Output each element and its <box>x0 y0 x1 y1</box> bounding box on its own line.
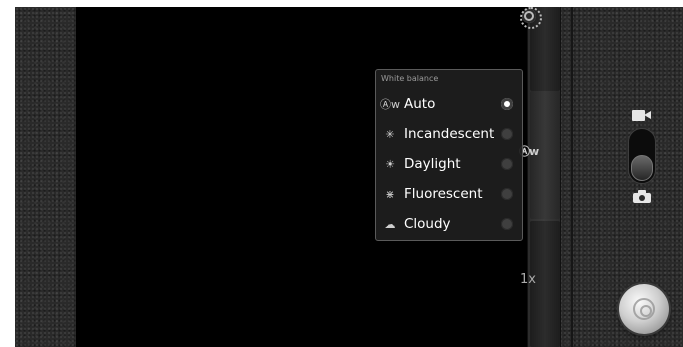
wb-option-fluorescent[interactable]: ⋇ Fluorescent <box>376 179 522 209</box>
shutter-button[interactable] <box>619 284 669 334</box>
wb-daylight-icon: ☀ <box>385 157 395 171</box>
wb-fluorescent-icon: ⋇ <box>385 187 395 201</box>
settings-strip <box>527 7 561 347</box>
shutter-icon <box>633 298 655 320</box>
wb-cloudy-icon: ☁ <box>384 217 396 231</box>
radio-selected[interactable] <box>501 98 513 110</box>
wb-auto-icon: Ⓐᴡ <box>380 98 400 111</box>
wb-option-label: Fluorescent <box>404 186 483 202</box>
wb-option-label: Auto <box>404 96 436 112</box>
wb-option-label: Cloudy <box>404 216 451 232</box>
camera-icon[interactable] <box>633 190 651 203</box>
radio-unselected[interactable] <box>501 218 513 230</box>
wb-incandescent-icon: ✳ <box>385 127 395 141</box>
video-camera-icon[interactable] <box>632 110 652 121</box>
gear-icon[interactable] <box>520 7 542 29</box>
wb-option-label: Incandescent <box>404 126 495 142</box>
white-balance-options: Ⓐᴡ Auto ✳ Incandescent ☀ Daylight ⋇ Fluo… <box>376 89 522 239</box>
wb-option-label: Daylight <box>404 156 461 172</box>
switch-knob[interactable] <box>631 155 653 181</box>
radio-unselected[interactable] <box>501 158 513 170</box>
camera-video-switch[interactable] <box>628 128 656 184</box>
white-balance-popup: White balance Ⓐᴡ Auto ✳ Incandescent ☀ D… <box>375 69 523 241</box>
wb-option-auto[interactable]: Ⓐᴡ Auto <box>376 89 522 119</box>
radio-unselected[interactable] <box>501 188 513 200</box>
radio-unselected[interactable] <box>501 128 513 140</box>
camera-app <box>15 7 683 347</box>
wb-option-cloudy[interactable]: ☁ Cloudy <box>376 209 522 239</box>
wb-option-incandescent[interactable]: ✳ Incandescent <box>376 119 522 149</box>
popup-title: White balance <box>381 74 439 83</box>
wb-option-daylight[interactable]: ☀ Daylight <box>376 149 522 179</box>
zoom-level[interactable]: 1x <box>520 272 536 287</box>
